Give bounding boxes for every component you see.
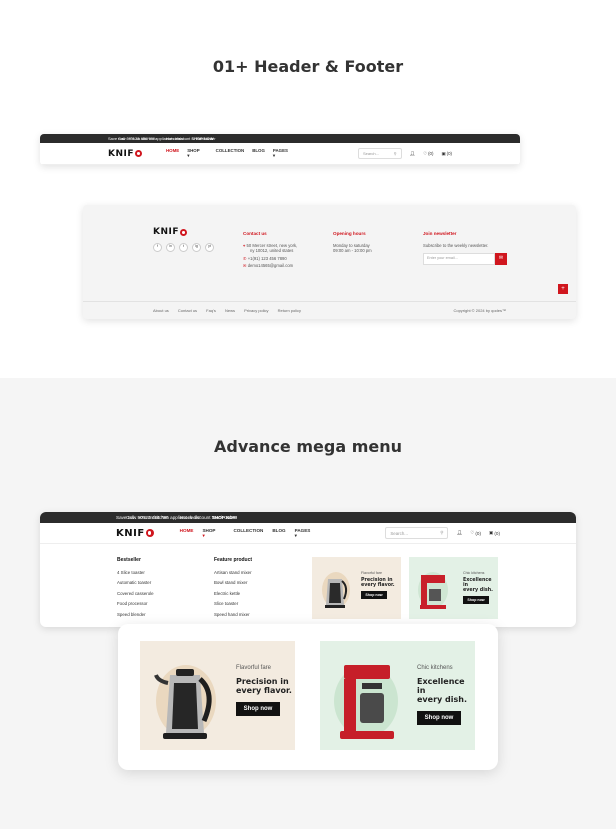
shop-now-button[interactable]: Shop now bbox=[361, 591, 387, 599]
promo-text: Save now 50% on kitchen appliances disco… bbox=[108, 136, 214, 141]
bestseller-column: Bestseller 4 Slice toaster Automatic toa… bbox=[117, 555, 154, 620]
menu-item[interactable]: Automatic toaster bbox=[117, 578, 154, 589]
nav-collection[interactable]: COLLECTION bbox=[216, 148, 245, 159]
coffee-maker-image bbox=[418, 572, 448, 609]
header-nav-row: KNIF HOME SHOP ▾ COLLECTION BLOG PAGES ▾… bbox=[40, 143, 520, 165]
mega-menu-preview: Save now 50% on kitchen appliances disco… bbox=[40, 512, 576, 627]
nav-pages[interactable]: PAGES ▾ bbox=[273, 148, 296, 159]
menu-item[interactable]: Speed hand mixer bbox=[214, 610, 252, 621]
nav-pages[interactable]: PAGES ▾ bbox=[295, 528, 320, 539]
menu-item[interactable]: 4 Slice toaster bbox=[117, 568, 154, 579]
newsletter-email-input[interactable]: Enter your email... bbox=[423, 253, 495, 265]
logo-o-icon bbox=[135, 150, 143, 157]
promo-zoom-card: Flavorful fare Precision in every flavor… bbox=[118, 624, 498, 770]
hours-title: Opening hours bbox=[333, 231, 366, 236]
search-icon[interactable]: ⚲ bbox=[440, 530, 443, 536]
user-icon[interactable]: 👤︎ bbox=[410, 151, 416, 157]
search-icon[interactable]: ⚲ bbox=[394, 151, 397, 156]
logo[interactable]: KNIF bbox=[108, 149, 143, 159]
menu-item[interactable]: Food processor bbox=[117, 599, 154, 610]
logo[interactable]: KNIF bbox=[116, 528, 154, 539]
instagram-icon[interactable]: in bbox=[166, 242, 175, 252]
footer-link[interactable]: News bbox=[225, 308, 235, 313]
twitter-icon[interactable]: t bbox=[179, 242, 188, 252]
nav-blog[interactable]: BLOG bbox=[252, 148, 265, 159]
shop-now-link[interactable]: SHOP NOW bbox=[191, 136, 213, 141]
shop-now-link[interactable]: SHOP NOW bbox=[212, 515, 237, 520]
promo-banner-coffee-large[interactable]: Chic kitchens Excellence in every dish. … bbox=[320, 641, 475, 750]
kettle-image bbox=[322, 572, 350, 608]
search-input[interactable]: Search... ⚲ bbox=[385, 527, 449, 539]
promo-banner-kettle[interactable]: Flavorful fare Precision in every flavor… bbox=[312, 557, 401, 619]
phone-icon: ✆ bbox=[243, 255, 247, 261]
user-icon[interactable]: 👤︎ bbox=[456, 530, 462, 536]
shop-now-button[interactable]: Shop now bbox=[236, 702, 280, 716]
shop-now-button[interactable]: Shop now bbox=[417, 711, 461, 725]
nav-home[interactable]: HOME bbox=[180, 528, 194, 539]
main-nav: HOME SHOP ▾ COLLECTION BLOG PAGES ▾ bbox=[180, 528, 329, 539]
nav-collection[interactable]: COLLECTION bbox=[233, 528, 263, 539]
header-nav-row: KNIF HOME SHOP ▾ COLLECTION BLOG PAGES ▾… bbox=[40, 523, 576, 544]
footer-link[interactable]: Faq's bbox=[206, 308, 216, 313]
contact-title: Contact us bbox=[243, 231, 267, 236]
scroll-top-button[interactable]: + bbox=[558, 284, 568, 294]
section-title: 01+ Header & Footer bbox=[212, 57, 404, 76]
nav-home[interactable]: HOME bbox=[166, 148, 179, 159]
shop-now-button[interactable]: Shop now bbox=[463, 596, 489, 604]
kettle-image bbox=[154, 665, 216, 739]
insta-icon[interactable]: ig bbox=[192, 242, 201, 252]
header-preview: Save now 50% on kitchen appliances disco… bbox=[40, 134, 520, 165]
footer-newsletter: Join newsletter Subscribe to the weekly … bbox=[423, 230, 507, 265]
search-input[interactable]: Search... ⚲ bbox=[357, 148, 402, 159]
footer-contact: Contact us ⌖ 50 Mercer street, new york,… bbox=[243, 231, 298, 268]
menu-item[interactable]: Electric kettle bbox=[214, 589, 252, 600]
footer-link[interactable]: Privacy policy bbox=[244, 308, 268, 313]
header-icons: 👤︎ ♡ (0) ▣ (0) bbox=[448, 530, 500, 536]
footer-bottom: About us Contact us Faq's News Privacy p… bbox=[83, 301, 576, 319]
promo-text: Save now 50% on kitchen appliances disco… bbox=[116, 515, 238, 520]
nav-blog[interactable]: BLOG bbox=[272, 528, 285, 539]
header-topbar: Save now 50% on kitchen appliances disco… bbox=[40, 134, 520, 143]
cart-icon[interactable]: ▣ (0) bbox=[441, 151, 452, 157]
social-links: f in t ig yt bbox=[153, 242, 218, 252]
email-link[interactable]: demo14565@gmail.com bbox=[248, 263, 293, 268]
menu-item[interactable]: Artisan stand mixer bbox=[214, 568, 252, 579]
youtube-icon[interactable]: yt bbox=[205, 242, 214, 252]
feature-column: Feature product Artisan stand mixer Bowl… bbox=[214, 555, 252, 620]
nav-shop[interactable]: SHOP ▾ bbox=[187, 148, 207, 159]
footer-logo[interactable]: KNIF bbox=[153, 228, 218, 237]
wishlist-icon[interactable]: ♡ (0) bbox=[423, 151, 433, 157]
section-header-footer: 01+ Header & Footer Save now 50% on kitc… bbox=[0, 0, 616, 378]
phone-link[interactable]: +1(91) 123 456 7890 bbox=[248, 256, 287, 261]
menu-item[interactable]: Slice toaster bbox=[214, 599, 252, 610]
facebook-icon[interactable]: f bbox=[153, 242, 162, 252]
footer-hours: Opening hours Monday to saturday 09:00 a… bbox=[333, 231, 372, 253]
footer-preview: KNIF f in t ig yt Contact us ⌖ 50 Mercer… bbox=[83, 205, 576, 319]
cart-icon[interactable]: ▣ (0) bbox=[489, 530, 500, 536]
header-topbar: Save now 50% on kitchen appliances disco… bbox=[40, 512, 576, 523]
logo-o-icon bbox=[180, 229, 188, 237]
section-title: Advance mega menu bbox=[213, 437, 402, 456]
menu-item[interactable]: Speed blender bbox=[117, 610, 154, 621]
nav-shop[interactable]: SHOP ▾ bbox=[202, 528, 224, 539]
menu-item[interactable]: Covered casserole bbox=[117, 589, 154, 600]
subscribe-button[interactable]: ✉ bbox=[495, 253, 507, 265]
footer-link[interactable]: Return policy bbox=[278, 308, 301, 313]
menu-item[interactable]: Bowl stand mixer bbox=[214, 578, 252, 589]
footer-link[interactable]: About us bbox=[153, 308, 169, 313]
location-icon: ⌖ bbox=[243, 242, 246, 248]
bestseller-title: Bestseller bbox=[117, 557, 141, 563]
mail-icon: ✉ bbox=[243, 263, 247, 268]
coffee-maker-image bbox=[334, 665, 398, 739]
feature-title: Feature product bbox=[214, 557, 253, 563]
main-nav: HOME SHOP ▾ COLLECTION BLOG PAGES ▾ bbox=[166, 148, 304, 159]
wishlist-icon[interactable]: ♡ (0) bbox=[470, 530, 481, 536]
promo-banner-kettle-large[interactable]: Flavorful fare Precision in every flavor… bbox=[140, 641, 295, 750]
header-icons: 👤︎ ♡ (0) ▣ (0) bbox=[402, 151, 452, 157]
promo-banner-coffee[interactable]: Chic kitchens Excellence in every dish. … bbox=[409, 557, 498, 619]
newsletter-title: Join newsletter bbox=[423, 231, 457, 236]
logo-o-icon bbox=[145, 529, 154, 537]
footer-link[interactable]: Contact us bbox=[178, 308, 197, 313]
copyright: Copyright © 2024 by qodes™ bbox=[453, 308, 506, 313]
